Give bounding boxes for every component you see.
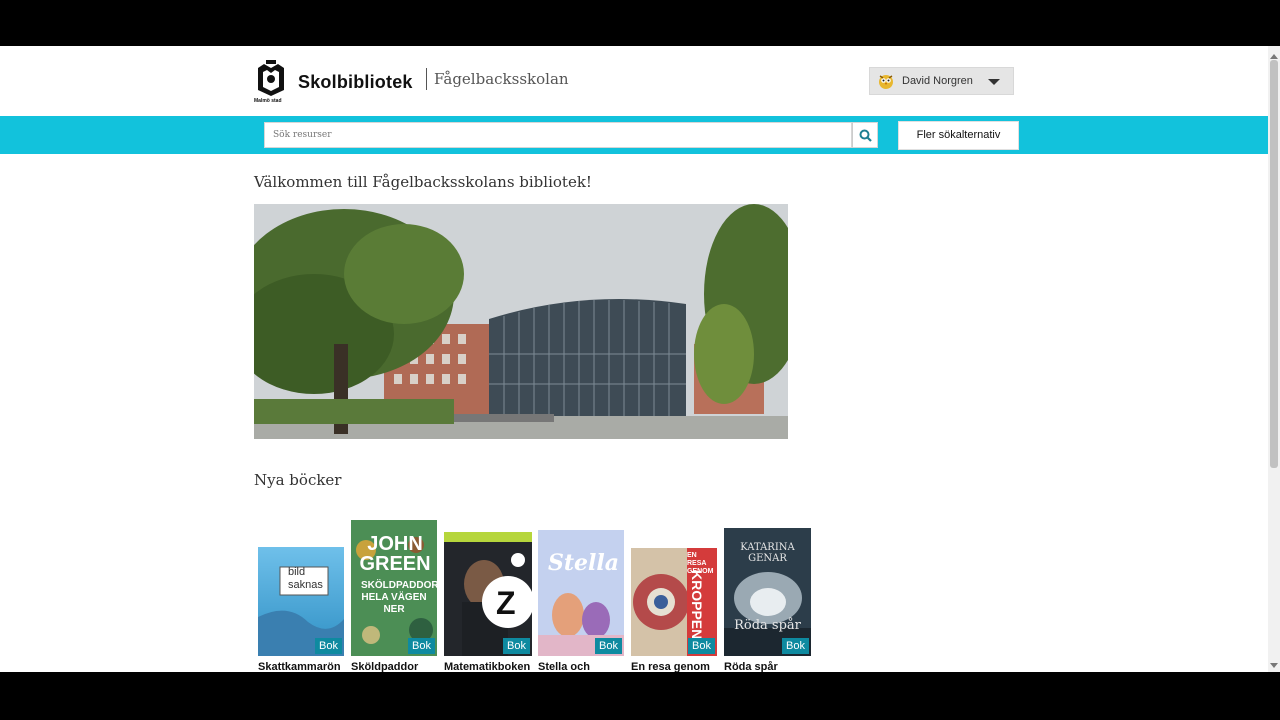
user-name: David Norgren	[902, 75, 973, 87]
search-icon	[859, 129, 872, 142]
browser-viewport: Malmö stad Skolbibliotek Fågelbacksskola…	[0, 46, 1280, 672]
owl-avatar-icon	[879, 75, 893, 89]
more-search-options-button[interactable]: Fler sökalternativ	[898, 121, 1019, 150]
cover-text: SKÖLDPADDOR HELA VÄGEN NER	[361, 580, 437, 615]
search-button[interactable]	[852, 122, 878, 148]
vertical-scrollbar[interactable]	[1268, 46, 1280, 672]
book-cover[interactable]: KATARINA GENAR Röda spår Bok	[724, 528, 811, 656]
cover-text: Z	[496, 585, 516, 621]
site-title[interactable]: Skolbibliotek	[298, 72, 413, 93]
search-bar: Fler sökalternativ	[0, 116, 1268, 154]
user-menu-button[interactable]: David Norgren	[869, 67, 1014, 95]
site-header: Malmö stad Skolbibliotek Fågelbacksskola…	[0, 46, 1268, 116]
book-title[interactable]: Stella och	[538, 661, 590, 672]
school-name: Fågelbacksskolan	[434, 70, 569, 88]
cover-text: saknas	[288, 579, 323, 591]
scroll-down-arrow-icon[interactable]	[1270, 663, 1278, 668]
search-input[interactable]	[264, 122, 852, 148]
book-type-badge: Bok	[782, 638, 809, 654]
cover-text: Stella	[548, 550, 620, 576]
header-divider	[426, 68, 427, 90]
book-card[interactable]: EN RESA GENOM KROPPEN Bok En resa genom	[631, 520, 717, 672]
book-card[interactable]: bild saknas Bok Skattkammarön	[258, 520, 344, 672]
book-title[interactable]: En resa genom	[631, 661, 710, 672]
book-type-badge: Bok	[408, 638, 435, 654]
book-type-badge: Bok	[688, 638, 715, 654]
logo-caption: Malmö stad	[254, 98, 282, 104]
welcome-heading: Välkommen till Fågelbacksskolans bibliot…	[254, 173, 592, 191]
book-cover[interactable]: Stella Bok	[538, 530, 624, 656]
malmo-stad-logo[interactable]: Malmö stad	[254, 60, 288, 104]
new-books-heading: Nya böcker	[254, 471, 342, 489]
cover-text: Röda spår	[734, 618, 801, 633]
cover-text: bild	[288, 566, 306, 578]
book-type-badge: Bok	[315, 638, 342, 654]
book-cover[interactable]: bild saknas Bok	[258, 547, 344, 656]
book-title[interactable]: Matematikboken	[444, 661, 530, 672]
book-cover[interactable]: Z Bok	[444, 532, 532, 656]
cover-text: KATARINA GENAR	[740, 542, 795, 564]
book-card[interactable]: JOHN GREEN SKÖLDPADDOR HELA VÄGEN NER Bo…	[351, 520, 437, 672]
school-building-photo	[254, 204, 788, 439]
book-type-badge: Bok	[503, 638, 530, 654]
cover-text: JOHN GREEN	[359, 533, 431, 575]
book-title[interactable]: Sköldpaddor	[351, 661, 418, 672]
scrollbar-thumb[interactable]	[1270, 60, 1278, 468]
chevron-down-icon	[988, 79, 1000, 85]
book-card[interactable]: KATARINA GENAR Röda spår Bok Röda spår	[724, 520, 811, 672]
book-cover[interactable]: JOHN GREEN SKÖLDPADDOR HELA VÄGEN NER Bo…	[351, 520, 437, 656]
book-title[interactable]: Röda spår	[724, 661, 778, 672]
book-title[interactable]: Skattkammarön	[258, 661, 341, 672]
book-card[interactable]: Stella Bok Stella och	[538, 520, 624, 672]
scroll-up-arrow-icon[interactable]	[1270, 54, 1278, 59]
book-cover[interactable]: EN RESA GENOM KROPPEN Bok	[631, 548, 717, 656]
cover-text: KROPPEN	[689, 570, 705, 640]
book-card[interactable]: Z Bok Matematikboken	[444, 520, 532, 672]
book-type-badge: Bok	[595, 638, 622, 654]
